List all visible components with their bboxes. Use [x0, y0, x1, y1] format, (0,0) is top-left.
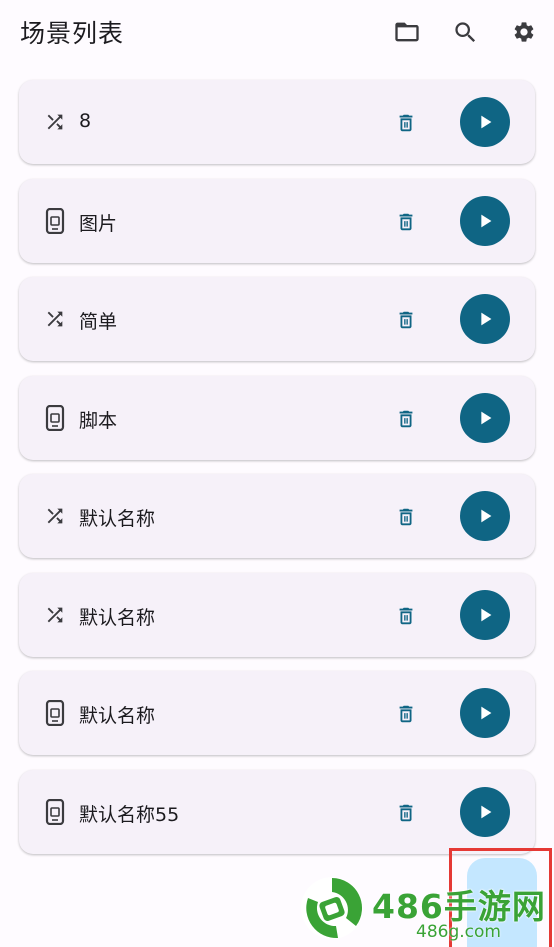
play-icon	[481, 312, 492, 326]
scene-name: 默认名称	[79, 606, 156, 629]
play-button[interactable]	[460, 195, 510, 246]
play-icon	[481, 608, 492, 621]
scene-card[interactable]: 8	[19, 80, 535, 164]
scene-name: 默认名称55	[79, 803, 180, 826]
play-icon	[481, 509, 492, 523]
scene-name: 简单	[79, 311, 118, 333]
scene-card[interactable]: 默认名称	[19, 671, 535, 755]
shuffle-type-icon	[41, 502, 69, 530]
delete-button[interactable]	[391, 207, 421, 237]
phone-type-icon	[41, 699, 69, 727]
trash-icon	[399, 804, 413, 821]
play-button[interactable]	[460, 294, 510, 344]
play-icon	[481, 805, 492, 818]
page-title: 场景列表	[20, 19, 125, 48]
trash-icon	[399, 311, 413, 329]
scene-card[interactable]: 默认名称	[19, 474, 535, 558]
scene-card[interactable]: 脚本	[19, 375, 535, 460]
trash-icon	[399, 607, 413, 624]
phone-type-icon	[41, 207, 69, 235]
settings-icon	[514, 22, 534, 42]
scene-name: 8	[79, 110, 92, 132]
play-button[interactable]	[460, 97, 510, 147]
shuffle-type-icon	[41, 305, 69, 333]
scene-card[interactable]: 默认名称	[19, 572, 535, 657]
watermark: 486手游网 486g.com	[298, 868, 554, 947]
phone-type-icon	[41, 798, 69, 826]
scene-card[interactable]: 默认名称55	[19, 769, 535, 854]
phone-icon	[45, 404, 65, 431]
shuffle-icon	[47, 508, 63, 524]
delete-button[interactable]	[391, 699, 421, 729]
delete-button[interactable]	[391, 404, 421, 434]
folder-button[interactable]	[387, 12, 427, 52]
play-button[interactable]	[460, 786, 510, 837]
top-app-bar: 场景列表	[0, 0, 554, 64]
play-icon	[481, 214, 492, 227]
watermark-brand: 486手游网	[372, 887, 546, 926]
play-icon	[481, 115, 492, 129]
search-icon	[454, 21, 475, 42]
shuffle-icon	[47, 311, 63, 327]
phone-icon	[45, 798, 65, 825]
play-button[interactable]	[460, 392, 510, 443]
delete-button[interactable]	[391, 108, 421, 138]
shuffle-icon	[47, 607, 63, 622]
phone-icon	[45, 700, 65, 726]
play-icon	[481, 411, 492, 424]
search-button[interactable]	[445, 12, 485, 52]
scene-card[interactable]: 简单	[19, 277, 535, 361]
scene-name: 默认名称	[79, 705, 156, 727]
delete-button[interactable]	[391, 502, 421, 532]
phone-icon	[45, 207, 65, 234]
play-icon	[481, 706, 492, 720]
trash-icon	[399, 114, 413, 132]
delete-button[interactable]	[391, 601, 421, 631]
scene-card[interactable]: 图片	[19, 178, 535, 263]
settings-button[interactable]	[504, 12, 544, 52]
play-button[interactable]	[460, 589, 510, 640]
trash-icon	[399, 213, 413, 230]
play-button[interactable]	[460, 688, 510, 738]
shuffle-type-icon	[41, 601, 69, 629]
shuffle-type-icon	[41, 108, 69, 136]
delete-button[interactable]	[391, 305, 421, 335]
watermark-domain: 486g.com	[416, 922, 501, 942]
shuffle-icon	[47, 114, 63, 130]
delete-button[interactable]	[391, 798, 421, 828]
trash-icon	[399, 410, 413, 427]
folder-open-icon	[395, 22, 419, 42]
phone-type-icon	[41, 404, 69, 432]
trash-icon	[399, 508, 413, 526]
scene-name: 图片	[79, 212, 118, 235]
scene-name: 默认名称	[79, 508, 156, 530]
scene-name: 脚本	[79, 409, 118, 432]
play-button[interactable]	[460, 491, 510, 541]
trash-icon	[399, 705, 413, 723]
